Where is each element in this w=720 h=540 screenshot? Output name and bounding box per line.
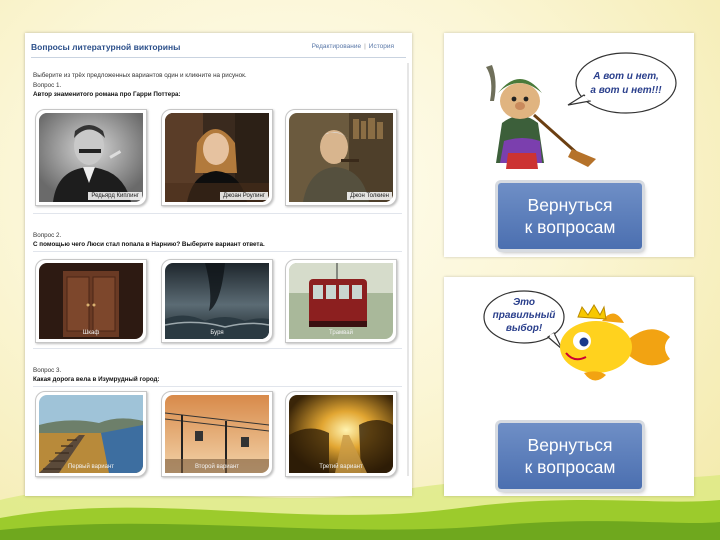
back-to-questions-button[interactable]: Вернуться к вопросам (498, 183, 642, 249)
option-label: Трамвай (329, 330, 353, 336)
divider (33, 213, 402, 214)
answer-option-railway[interactable]: Первый вариант (35, 391, 147, 477)
question-3-text: Какая дорога вела в Изумрудный город: (33, 376, 160, 383)
option-label: Второй вариант (194, 464, 240, 470)
option-label: Третий вариант (319, 464, 363, 470)
divider (33, 251, 402, 252)
quiz-title: Вопросы литературной викторины (31, 42, 181, 52)
bubble-line-2: правильный (493, 310, 556, 321)
button-line-1: Вернуться (527, 195, 613, 215)
answer-option-tram[interactable]: Трамвай (285, 259, 397, 343)
divider (33, 348, 402, 349)
answer-option-tolkien[interactable]: Джон Толкиен (285, 109, 397, 206)
bubble-line-1: А вот и нет, (592, 71, 659, 82)
question-3-label: Вопрос 3. (33, 367, 62, 374)
bubble-line-2: а вот и нет!!! (590, 85, 662, 96)
wardrobe-image (39, 263, 143, 339)
portrait-rowling-image (165, 113, 269, 202)
button-line-2: к вопросам (524, 457, 616, 477)
back-to-questions-button[interactable]: Вернуться к вопросам (498, 423, 642, 489)
scrollbar[interactable] (407, 63, 409, 476)
quiz-instruction: Выберите из трёх предложенных вариантов … (33, 72, 247, 79)
tram-image (289, 263, 393, 339)
option-label: Джон Толкиен (347, 192, 392, 200)
option-label: Шкаф (82, 330, 100, 336)
quiz-panel: Вопросы литературной викторины Редактиро… (25, 33, 412, 496)
question-1-text: Автор знаменитого романа про Гарри Потте… (33, 91, 181, 98)
railway-image (39, 395, 143, 473)
option-label: Буря (210, 330, 224, 336)
answer-option-rowling[interactable]: Джоан Роулинг (161, 109, 273, 206)
gnome-character: А вот и нет, а вот и нет!!! (486, 52, 677, 169)
bubble-line-1: Это (513, 297, 535, 308)
question-2-text: С помощью чего Люси стал попала в Нарнию… (33, 241, 265, 248)
button-line-2: к вопросам (524, 217, 616, 237)
wrong-answer-card: А вот и нет, а вот и нет!!! Вернуться к … (444, 33, 694, 257)
cableway-image (165, 395, 269, 473)
answer-option-kipling[interactable]: Редьярд Киплинг (35, 109, 147, 206)
right-answer-card: Это правильный выбор! Вернуться к вопрос… (444, 277, 694, 496)
option-label: Первый вариант (67, 464, 115, 470)
history-link[interactable]: История (369, 43, 394, 50)
edit-link[interactable]: Редактирование (312, 43, 362, 50)
option-label: Джоан Роулинг (220, 192, 268, 200)
portrait-kipling-image (39, 113, 143, 202)
link-separator: | (364, 43, 366, 50)
option-label: Редьярд Киплинг (88, 192, 142, 200)
road-image (289, 395, 393, 473)
goldfish-character: Это правильный выбор! (483, 290, 670, 381)
quiz-header: Вопросы литературной викторины Редактиро… (31, 41, 406, 58)
divider (33, 386, 402, 387)
question-1-label: Вопрос 1. (33, 82, 62, 89)
button-line-1: Вернуться (527, 435, 613, 455)
question-2-label: Вопрос 2. (33, 232, 62, 239)
answer-option-wardrobe[interactable]: Шкаф (35, 259, 147, 343)
bubble-line-3: выбор! (506, 322, 543, 334)
quiz-links: Редактирование | История (312, 43, 394, 50)
answer-option-road[interactable]: Третий вариант (285, 391, 397, 477)
storm-image (165, 263, 269, 339)
answer-option-storm[interactable]: Буря (161, 259, 273, 343)
answer-option-cableway[interactable]: Второй вариант (161, 391, 273, 477)
speech-bubble (567, 52, 677, 114)
portrait-tolkien-image (289, 113, 393, 202)
